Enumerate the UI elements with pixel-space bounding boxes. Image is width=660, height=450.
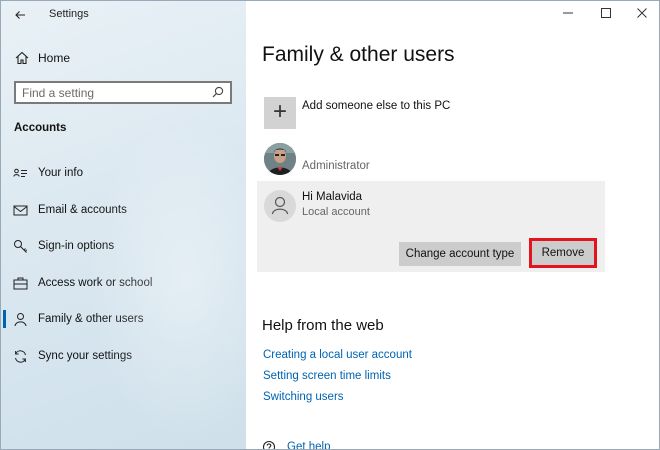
- settings-window: Settings Home Accounts Your: [0, 0, 660, 450]
- minimize-icon: [563, 12, 573, 14]
- sidebar-item-home[interactable]: Home: [1, 47, 246, 69]
- minimize-button[interactable]: [557, 5, 579, 23]
- add-user-label[interactable]: Add someone else to this PC: [302, 100, 450, 112]
- change-account-type-button[interactable]: Change account type: [399, 242, 521, 266]
- help-link-switching-users[interactable]: Switching users: [263, 391, 344, 403]
- maximize-button[interactable]: [595, 5, 617, 23]
- sidebar-item-label: Family & other users: [38, 313, 144, 326]
- person-icon: [14, 313, 27, 327]
- help-link-local-account[interactable]: Creating a local user account: [263, 349, 412, 361]
- maximize-icon: [601, 8, 611, 18]
- search-icon[interactable]: [212, 86, 224, 98]
- account-card[interactable]: Hi Malavida Local account Change account…: [257, 181, 605, 272]
- sidebar-item-label: Email & accounts: [38, 203, 127, 216]
- sidebar-item-family-other-users[interactable]: Family & other users: [1, 305, 246, 342]
- page-title: Family & other users: [262, 43, 455, 66]
- mail-icon: [13, 205, 28, 216]
- briefcase-icon: [13, 277, 28, 290]
- sync-icon: [15, 350, 26, 363]
- back-arrow-icon: [15, 11, 25, 19]
- administrator-avatar[interactable]: [264, 143, 296, 175]
- search-box[interactable]: [14, 81, 232, 104]
- sidebar-item-label: Your info: [38, 167, 83, 179]
- app-title: Settings: [49, 8, 89, 20]
- add-user-button[interactable]: +: [264, 97, 296, 129]
- section-title: Accounts: [14, 122, 67, 134]
- help-section-title: Help from the web: [262, 317, 384, 334]
- help-link-screen-time[interactable]: Setting screen time limits: [263, 370, 391, 382]
- sidebar-item-email-accounts[interactable]: Email & accounts: [1, 196, 246, 233]
- close-button[interactable]: [631, 5, 653, 23]
- key-icon: [14, 240, 28, 254]
- plus-icon: +: [272, 98, 287, 125]
- sidebar-item-access-work-school[interactable]: Access work or school: [1, 269, 246, 306]
- remove-button[interactable]: Remove: [529, 238, 597, 268]
- sidebar-item-label: Sign-in options: [38, 240, 115, 253]
- avatar: [264, 190, 296, 222]
- back-button[interactable]: [9, 5, 31, 25]
- sidebar-item-label: Access work or school: [38, 276, 153, 289]
- sidebar-item-label: Home: [38, 51, 71, 65]
- administrator-label: Administrator: [302, 160, 370, 172]
- contact-card-icon: [13, 168, 27, 177]
- sidebar-item-your-info[interactable]: Your info: [1, 159, 246, 196]
- window-controls: [539, 1, 659, 27]
- selection-indicator: [3, 310, 6, 329]
- sidebar-item-sync-settings[interactable]: Sync your settings: [1, 342, 246, 379]
- title-bar: Settings: [1, 1, 246, 29]
- navigation-pane: Settings Home Accounts Your: [1, 1, 246, 449]
- user-photo: [264, 143, 296, 175]
- content-pane: Family & other users + Add someone else …: [246, 1, 659, 449]
- get-help-link[interactable]: Get help: [287, 441, 330, 449]
- account-type: Local account: [302, 206, 370, 218]
- close-icon: [637, 8, 647, 18]
- person-icon: [271, 196, 289, 215]
- help-icon: [262, 440, 276, 449]
- sidebar-item-sign-in-options[interactable]: Sign-in options: [1, 232, 246, 269]
- account-name: Hi Malavida: [302, 191, 363, 203]
- sidebar-nav: Your info Email & accounts Sign-in optio…: [1, 159, 246, 379]
- sidebar-item-label: Sync your settings: [38, 349, 132, 362]
- home-icon: [15, 51, 29, 65]
- search-input[interactable]: [22, 85, 202, 101]
